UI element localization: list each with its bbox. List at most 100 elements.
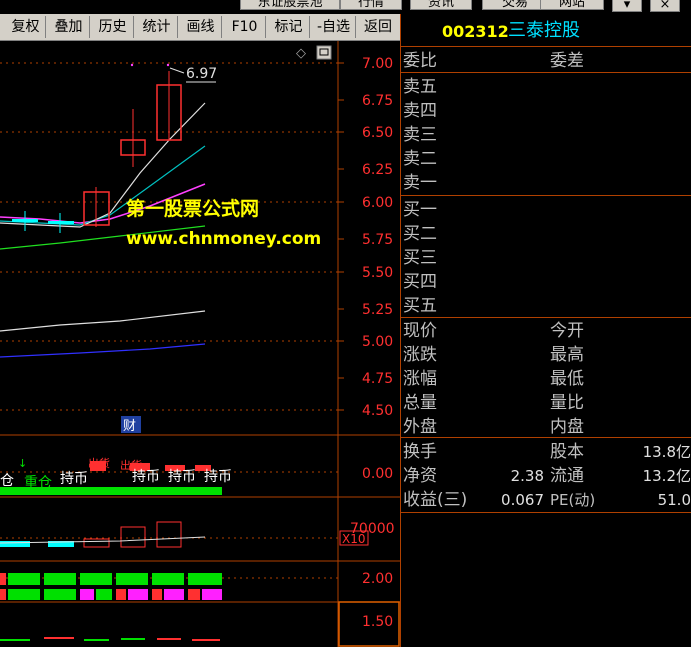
indicator3-bar	[8, 573, 40, 585]
indicator3-bar	[128, 589, 148, 600]
toolbar-history-button[interactable]: 历史	[92, 16, 134, 38]
outer-volume-label: 外盘	[403, 417, 437, 437]
eps-value: 0.067	[501, 491, 544, 509]
volume-ratio-label: 量比	[550, 393, 584, 413]
marker-dot	[130, 63, 134, 67]
price-axis-label: 5.50	[362, 265, 393, 281]
eps-label: 收益(三)	[403, 490, 468, 510]
marker-dot	[166, 63, 170, 67]
indicator3-bar	[8, 589, 40, 600]
change-pct-label: 涨幅	[403, 369, 437, 389]
quote-panel: 002312 三泰控股 委比 委差 卖五 卖四 卖三 卖二 卖一 买一 买二 买…	[400, 14, 691, 647]
candle-body	[48, 221, 74, 224]
tab-label: 资讯	[427, 0, 454, 10]
close-icon: ×	[659, 0, 671, 12]
indicator4-bar	[0, 639, 30, 641]
indicator4-axis-label: 1.50	[362, 614, 393, 630]
price-axis-label: 4.75	[362, 371, 393, 387]
total-shares-label: 股本	[550, 442, 584, 462]
indicator3-bar	[188, 589, 200, 600]
toolbar-draw-button[interactable]: 画线	[180, 16, 222, 38]
net-assets-value: 2.38	[510, 467, 544, 485]
ma-line-blue	[0, 343, 206, 358]
watermark-url: www.chnmoney.com	[126, 229, 322, 249]
indicator3-bar	[0, 589, 6, 600]
last-price-label: 现价	[403, 321, 437, 341]
volume-label: 总量	[403, 393, 437, 413]
toolbar-mark-button[interactable]: 标记	[268, 16, 310, 38]
tab-label: 网站	[558, 0, 585, 10]
order-diff-label: 委差	[550, 51, 584, 71]
signal-label: 持币	[204, 469, 232, 485]
price-axis-label: 5.75	[362, 232, 393, 248]
buy-4-label: 买四	[403, 272, 437, 292]
diamond-icon[interactable]: ◇	[296, 46, 306, 61]
sell-1-label: 卖一	[403, 173, 437, 193]
total-shares-value: 13.8亿	[642, 443, 691, 461]
stock-name[interactable]: 三泰控股	[508, 21, 580, 41]
volume-bar	[120, 526, 146, 548]
quote-panel-border	[400, 14, 401, 647]
indicator3-bar	[164, 589, 184, 600]
indicator3-axis-label: 2.00	[362, 571, 393, 587]
toolbar-f10-button[interactable]: F10	[224, 16, 266, 38]
ma-line-white	[0, 310, 206, 332]
window-toggle-button[interactable]	[316, 45, 332, 60]
indicator3-bar	[202, 589, 222, 600]
price-axis: 7.00 6.75 6.50 6.25 6.00 5.75 5.50 5.25 …	[362, 56, 393, 419]
signal-label: 仓	[0, 473, 14, 489]
buy-5-label: 买五	[403, 296, 437, 316]
tab-label: 东证股票池	[257, 0, 323, 10]
chevron-down-icon: ▾	[623, 0, 631, 12]
indicator3-bar	[152, 573, 184, 585]
indicator1-axis-label: 0.00	[362, 466, 393, 482]
indicator3-bar	[80, 573, 112, 585]
chart-toolbar: 复权 叠加 历史 统计 画线 F10 标记 -自选 返回	[0, 14, 400, 41]
price-axis-label: 5.25	[362, 302, 393, 318]
pe-value: 51.0	[657, 491, 691, 509]
toolbar-remove-watchlist-button[interactable]: -自选	[312, 16, 356, 38]
tab-website[interactable]: 网站	[540, 0, 604, 10]
divider	[400, 195, 691, 196]
close-button[interactable]: ×	[650, 0, 680, 12]
sell-5-label: 卖五	[403, 77, 437, 97]
chart-area[interactable]: ◇ 7.00 6.75 6.50 6.25 6.00 5.75 5.50 5.2…	[0, 41, 400, 647]
indicator2-unit: X10	[342, 532, 366, 546]
buy-3-label: 买三	[403, 248, 437, 268]
indicator3-bar	[96, 589, 112, 600]
toolbar-overlay-button[interactable]: 叠加	[48, 16, 90, 38]
turnover-label: 换手	[403, 442, 437, 462]
divider	[400, 46, 691, 47]
sell-4-label: 卖四	[403, 101, 437, 121]
tab-stock-pool[interactable]: 东证股票池	[240, 0, 340, 10]
float-shares-label: 流通	[550, 466, 584, 486]
toolbar-back-button[interactable]: 返回	[358, 16, 398, 38]
change-label: 涨跌	[403, 345, 437, 365]
indicator4-bar	[192, 639, 220, 641]
tab-label: 行情	[357, 0, 384, 10]
tab-trade[interactable]: 交易	[482, 0, 548, 10]
tab-market[interactable]: 行情	[340, 0, 402, 10]
indicator3-bar	[116, 589, 126, 600]
tab-news[interactable]: 资讯	[410, 0, 472, 10]
inner-volume-label: 内盘	[550, 417, 584, 437]
net-assets-label: 净资	[403, 466, 437, 486]
indicator4-bar	[121, 638, 145, 640]
sell-2-label: 卖二	[403, 149, 437, 169]
indicator3-bar	[0, 573, 6, 585]
high-label: 最高	[550, 345, 584, 365]
divider	[400, 512, 691, 513]
sell-3-label: 卖三	[403, 125, 437, 145]
toolbar-fuquan-button[interactable]: 复权	[6, 16, 46, 38]
dropdown-button[interactable]: ▾	[612, 0, 642, 12]
volume-bar	[156, 521, 182, 548]
price-axis-label: 6.50	[362, 125, 393, 141]
stock-code[interactable]: 002312	[442, 22, 509, 42]
indicator4-bar	[84, 639, 109, 641]
price-axis-label: 5.00	[362, 334, 393, 350]
price-axis-label: 6.00	[362, 195, 393, 211]
indicator3-bar	[44, 573, 76, 585]
top-tab-strip: 东证股票池 行情 资讯 交易 网站 ▾ ×	[0, 0, 691, 14]
toolbar-stats-button[interactable]: 统计	[136, 16, 178, 38]
signal-label: 持币	[60, 471, 88, 487]
